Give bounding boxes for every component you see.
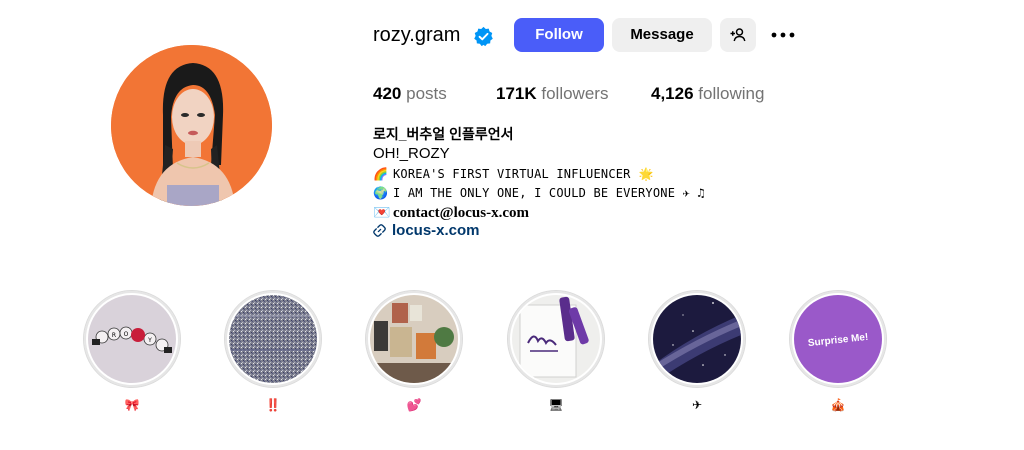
highlight-ring[interactable]: R O Y (83, 290, 181, 388)
followers-label: followers (541, 84, 609, 103)
following-label: following (698, 84, 765, 103)
highlight-label: 🎪 (830, 398, 846, 412)
highlight-cover (653, 295, 741, 383)
bio-line-3: 🌍 I AM THE ONLY ONE, I COULD BE EVERYONE … (373, 186, 705, 200)
star-icon: 🌟 (638, 167, 654, 181)
highlight-4[interactable]: 🖥 (507, 290, 605, 412)
highlight-label: 💕 (406, 398, 422, 412)
posts-stat: 420 posts (373, 83, 447, 105)
rainbow-icon: 🌈 (373, 167, 389, 181)
highlight-5[interactable]: ✈ (648, 290, 746, 412)
profile-username: rozy.gram (373, 24, 461, 46)
followers-count: 171K (496, 84, 537, 103)
profile-page: rozy.gram Follow Message 420 posts 171K … (0, 0, 1024, 450)
add-user-icon (730, 28, 746, 42)
bio-line-1: OH!_ROZY (373, 145, 450, 162)
highlight-ring[interactable] (507, 290, 605, 388)
profile-avatar[interactable] (111, 45, 272, 206)
svg-text:Y: Y (147, 337, 152, 344)
highlight-ring[interactable]: Surprise Me! (789, 290, 887, 388)
globe-icon: 🌍 (373, 186, 389, 200)
contact-email: contact@locus-x.com (393, 205, 530, 221)
bio-link[interactable]: locus-x.com (373, 222, 480, 240)
posts-count: 420 (373, 84, 402, 103)
highlight-cover: R O Y (88, 295, 176, 383)
highlight-cover (370, 295, 458, 383)
highlight-ring[interactable] (365, 290, 463, 388)
highlight-cover: Surprise Me! (794, 295, 882, 383)
message-button[interactable]: Message (612, 18, 712, 52)
highlight-cover (229, 295, 317, 383)
highlight-ring[interactable] (648, 290, 746, 388)
bio-line-2: 🌈 KOREA'S FIRST VIRTUAL INFLUENCER 🌟 (373, 167, 654, 181)
svg-text:O: O (124, 331, 129, 338)
followers-stat[interactable]: 171K followers (496, 83, 608, 105)
highlight-3[interactable]: 💕 (365, 290, 463, 412)
highlight-label: 🖥 (548, 398, 564, 412)
highlight-label: ‼️ (265, 398, 281, 412)
highlight-6[interactable]: Surprise Me! 🎪 (789, 290, 887, 412)
following-stat[interactable]: 4,126 following (651, 83, 764, 105)
svg-text:R: R (112, 332, 116, 339)
follow-button[interactable]: Follow (514, 18, 604, 52)
verified-badge-icon (474, 26, 493, 47)
link-icon (373, 224, 386, 237)
highlight-label: ✈ (691, 398, 703, 412)
suggest-user-button[interactable] (720, 18, 756, 52)
following-count: 4,126 (651, 84, 694, 103)
bio-link-text: locus-x.com (392, 222, 480, 239)
more-icon[interactable] (770, 22, 796, 48)
airplane-music-icon: ✈ ♫ (682, 186, 705, 200)
avatar-image (111, 45, 272, 206)
love-letter-icon: 💌 (373, 204, 391, 220)
posts-label: posts (406, 84, 447, 103)
highlight-1[interactable]: R O Y 🎀 (83, 290, 181, 412)
highlight-label: 🎀 (124, 398, 140, 412)
highlight-2[interactable]: ‼️ (224, 290, 322, 412)
highlight-cover (512, 295, 600, 383)
bio-name: 로지_버추얼 인플루언서 (373, 126, 514, 142)
highlight-ring[interactable] (224, 290, 322, 388)
bio-line-4: 💌 contact@locus-x.com (373, 203, 529, 222)
